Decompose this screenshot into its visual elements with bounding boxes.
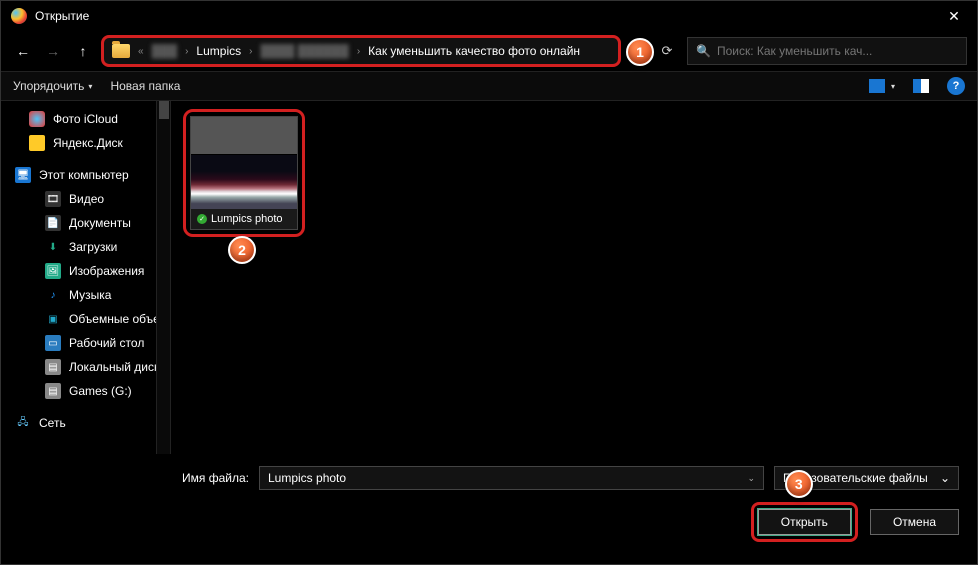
new-folder-button[interactable]: Новая папка — [110, 79, 180, 93]
file-pane[interactable]: ✓ Lumpics photo 2 — [171, 101, 977, 481]
chevron-icon: « — [138, 46, 144, 57]
sidebar-item-thispc[interactable]: 🖥Этот компьютер — [1, 163, 170, 187]
chevron-icon: › — [357, 46, 360, 57]
view-preview-button[interactable] — [913, 79, 929, 93]
callout-badge-3: 3 — [785, 470, 813, 498]
app-icon — [11, 8, 27, 24]
sidebar-item-yadisk[interactable]: Яндекс.Диск — [1, 131, 170, 155]
body: Фото iCloud Яндекс.Диск 🖥Этот компьютер … — [1, 101, 977, 481]
forward-button[interactable]: → — [41, 39, 65, 63]
sidebar-item-games[interactable]: ▤Games (G:) — [1, 379, 170, 403]
toolbar: Упорядочить▾ Новая папка ▾ ? — [1, 71, 977, 101]
sidebar-item-localdisk[interactable]: ▤Локальный диск — [1, 355, 170, 379]
callout-badge-1: 1 — [626, 38, 654, 66]
filename-input[interactable]: Lumpics photo ⌄ — [259, 466, 764, 490]
search-input[interactable] — [717, 44, 958, 58]
breadcrumb-hidden[interactable]: ████ ██████ — [260, 44, 348, 58]
open-dialog: Открытие ✕ ← → ↑ « ███ › Lumpics › ████ … — [0, 0, 978, 565]
sidebar-item-desktop[interactable]: ▭Рабочий стол — [1, 331, 170, 355]
sidebar-item-downloads[interactable]: ⬇Загрузки — [1, 235, 170, 259]
chevron-icon: › — [249, 46, 252, 57]
search-icon: 🔍 — [696, 44, 711, 58]
sidebar-item-pictures[interactable]: 🖼Изображения — [1, 259, 170, 283]
sidebar: Фото iCloud Яндекс.Диск 🖥Этот компьютер … — [1, 101, 171, 481]
file-item[interactable]: ✓ Lumpics photo — [190, 116, 298, 230]
window-title: Открытие — [35, 9, 89, 23]
open-button[interactable]: Открыть — [758, 509, 851, 535]
thumbnail-image — [191, 117, 297, 209]
up-button[interactable]: ↑ — [71, 39, 95, 63]
close-button[interactable]: ✕ — [931, 1, 977, 31]
sidebar-item-icloud[interactable]: Фото iCloud — [1, 107, 170, 131]
sidebar-scrollbar[interactable]: ▲ ▼ — [156, 101, 170, 481]
sync-ok-icon: ✓ — [197, 214, 207, 224]
chevron-down-icon[interactable]: ⌄ — [747, 473, 755, 484]
sidebar-item-video[interactable]: 🎞Видео — [1, 187, 170, 211]
nav-row: ← → ↑ « ███ › Lumpics › ████ ██████ › Ка… — [1, 31, 977, 71]
titlebar: Открытие ✕ — [1, 1, 977, 31]
cancel-button[interactable]: Отмена — [870, 509, 959, 535]
sidebar-item-3d[interactable]: ▣Объемные объекты — [1, 307, 170, 331]
breadcrumb-hidden[interactable]: ███ — [152, 44, 178, 58]
breadcrumb-seg[interactable]: Как уменьшить качество фото онлайн — [368, 44, 580, 58]
filename-label: Имя файла: — [19, 471, 249, 485]
sidebar-item-music[interactable]: ♪Музыка — [1, 283, 170, 307]
folder-icon — [112, 44, 130, 58]
footer: Имя файла: Lumpics photo ⌄ Пользовательс… — [1, 454, 977, 564]
open-button-highlight: Открыть — [751, 502, 858, 542]
file-highlight: ✓ Lumpics photo 2 — [183, 109, 305, 237]
sidebar-item-docs[interactable]: 📄Документы — [1, 211, 170, 235]
help-button[interactable]: ? — [947, 77, 965, 95]
file-label: ✓ Lumpics photo — [191, 209, 297, 229]
scroll-thumb[interactable] — [159, 101, 169, 119]
chevron-down-icon[interactable]: ⌄ — [940, 471, 950, 485]
refresh-button[interactable]: ⟳ — [653, 43, 681, 59]
address-bar[interactable]: « ███ › Lumpics › ████ ██████ › Как умен… — [101, 35, 621, 67]
breadcrumb-seg[interactable]: Lumpics — [196, 44, 241, 58]
chevron-icon: › — [185, 46, 188, 57]
view-picture-button[interactable]: ▾ — [869, 79, 895, 93]
sidebar-item-network[interactable]: 🖧Сеть — [1, 411, 170, 435]
organize-menu[interactable]: Упорядочить▾ — [13, 79, 92, 93]
search-box[interactable]: 🔍 — [687, 37, 967, 65]
callout-badge-2: 2 — [228, 236, 256, 264]
back-button[interactable]: ← — [11, 39, 35, 63]
